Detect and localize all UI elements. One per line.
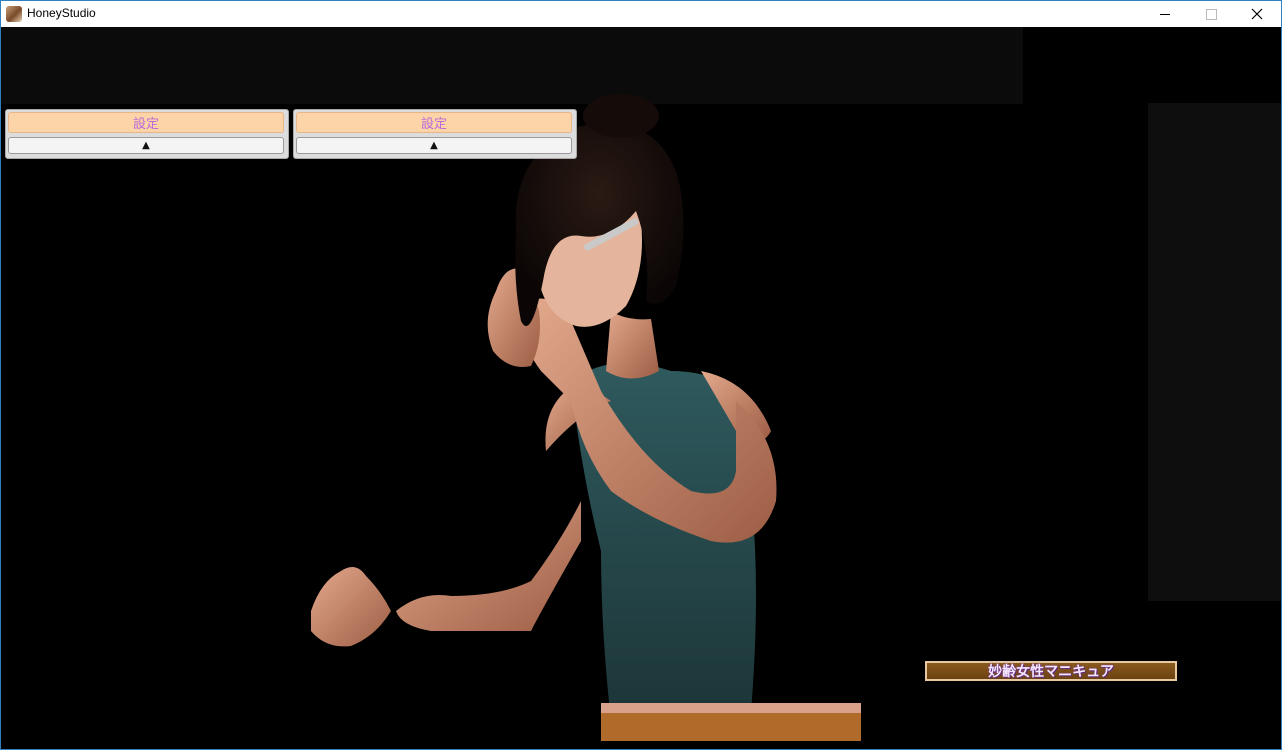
window-title: HoneyStudio: [27, 6, 96, 20]
collapse-button-2[interactable]: ▲: [296, 137, 572, 154]
control-panel-2: 設定 ▲: [293, 109, 577, 159]
collapse-button-1[interactable]: ▲: [8, 137, 284, 154]
scene-viewport[interactable]: 設定 ▲ 設定 ▲ 妙齢女性マニキュア: [1, 27, 1281, 749]
manicure-overlay-label[interactable]: 妙齢女性マニキュア: [925, 661, 1177, 681]
app-window: HoneyStudio 設定 ▲ 設定 ▲ 妙齢女性マニキュア: [0, 0, 1282, 750]
close-icon: [1251, 8, 1263, 20]
maximize-button[interactable]: [1188, 1, 1234, 27]
app-icon: [6, 6, 22, 22]
triangle-up-icon: ▲: [430, 140, 438, 151]
maximize-icon: [1205, 8, 1217, 20]
title-bar[interactable]: HoneyStudio: [1, 1, 1281, 27]
triangle-up-icon: ▲: [142, 140, 150, 151]
minimize-button[interactable]: [1142, 1, 1188, 27]
character-model[interactable]: [281, 71, 881, 749]
minimize-icon: [1160, 13, 1170, 15]
control-panel-1: 設定 ▲: [5, 109, 289, 159]
right-panel-area: [1148, 103, 1281, 601]
settings-button-2[interactable]: 設定: [296, 112, 572, 133]
settings-button-1[interactable]: 設定: [8, 112, 284, 133]
close-button[interactable]: [1234, 1, 1280, 27]
